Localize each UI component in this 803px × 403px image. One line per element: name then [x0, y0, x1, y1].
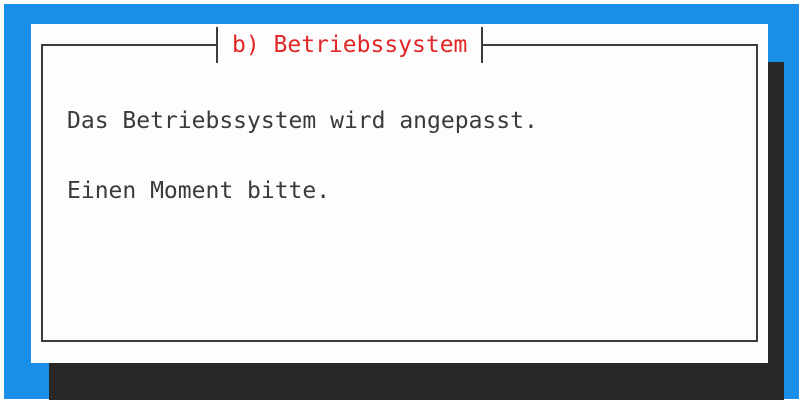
dialog-title: b) Betriebssystem [232, 31, 468, 58]
dialog-message-line-2: Einen Moment bitte. [67, 178, 331, 204]
info-dialog: b) Betriebssystem Das Betriebssystem wir… [31, 24, 768, 363]
installer-screen: b) Betriebssystem Das Betriebssystem wir… [0, 0, 803, 403]
dialog-message-line-1: Das Betriebssystem wird angepasst. [67, 108, 538, 134]
dialog-title-box: b) Betriebssystem [216, 27, 484, 63]
